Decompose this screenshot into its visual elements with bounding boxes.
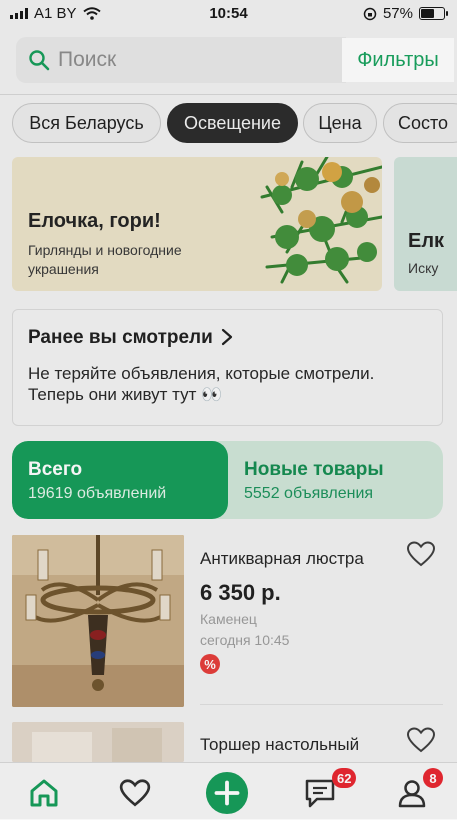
chevron-right-icon bbox=[221, 328, 233, 346]
favorite-heart-icon[interactable] bbox=[406, 540, 436, 568]
search-placeholder: Поиск bbox=[58, 48, 117, 71]
listing-price: 6 350 р. bbox=[200, 580, 281, 605]
listing-tabs: Всего 19619 объявлений Новые товары 5552… bbox=[12, 441, 443, 519]
tab-all[interactable]: Всего 19619 объявлений bbox=[12, 441, 228, 519]
search-icon bbox=[29, 50, 50, 71]
nav-add[interactable] bbox=[205, 771, 249, 815]
recently-viewed-title: Ранее вы смотрели bbox=[28, 327, 213, 348]
nav-favorites[interactable] bbox=[113, 771, 157, 815]
status-bar: A1 BY 10:54 57% bbox=[0, 0, 457, 28]
battery-percent: 57% bbox=[382, 5, 413, 22]
filter-chips: Вся Беларусь Освещение Цена Состо bbox=[0, 103, 457, 145]
promo-banner-trees[interactable]: Елк Иску bbox=[394, 157, 457, 291]
messages-badge: 62 bbox=[332, 768, 357, 788]
list-item[interactable]: Антикварная люстра 6 350 р. Каменец сего… bbox=[12, 535, 443, 707]
christmas-branch-image bbox=[260, 157, 382, 284]
list-item[interactable]: Торшер настольный bbox=[12, 722, 443, 762]
banner-title: Елк bbox=[408, 230, 445, 252]
banner-subtitle: Иску bbox=[408, 260, 439, 276]
listing-thumbnail[interactable] bbox=[12, 722, 184, 762]
tab-all-count: 19619 объявлений bbox=[28, 485, 167, 502]
chip-region[interactable]: Вся Беларусь bbox=[12, 103, 161, 143]
favorites-icon bbox=[119, 779, 151, 807]
status-right: 57% bbox=[363, 5, 448, 22]
chip-price[interactable]: Цена bbox=[303, 103, 377, 143]
add-icon bbox=[205, 771, 249, 815]
filters-button[interactable]: Фильтры bbox=[342, 38, 454, 82]
home-icon bbox=[30, 779, 58, 807]
recently-viewed-text: Не теряйте объявления, которые смотрели.… bbox=[28, 364, 375, 404]
listing-thumbnail[interactable] bbox=[12, 535, 184, 707]
rotation-lock-icon bbox=[363, 7, 377, 20]
chip-condition[interactable]: Состо bbox=[383, 103, 457, 143]
listing-title: Антикварная люстра bbox=[200, 549, 364, 568]
tab-new-items[interactable]: Новые товары 5552 объявления bbox=[228, 441, 443, 519]
profile-badge: 8 bbox=[423, 768, 443, 788]
banner-title: Елочка, гори! bbox=[28, 210, 161, 232]
discount-badge: % bbox=[200, 654, 220, 674]
floor-lamp-image bbox=[12, 722, 184, 762]
tab-all-title: Всего bbox=[28, 459, 83, 480]
promo-banner-garlands[interactable]: Елочка, гори! Гирлянды и новогодние укра… bbox=[12, 157, 382, 291]
listing-title: Торшер настольный bbox=[200, 735, 360, 754]
recently-viewed-card[interactable]: Ранее вы смотрели Не теряйте объявления,… bbox=[12, 309, 443, 426]
tab-new-title: Новые товары bbox=[244, 459, 384, 480]
listing-time: сегодня 10:45 bbox=[200, 632, 290, 648]
bottom-navigation: 62 8 bbox=[0, 762, 457, 820]
banner-subtitle: Гирлянды и новогодние украшения bbox=[28, 242, 182, 277]
listing-divider bbox=[200, 704, 443, 705]
search-input[interactable]: Поиск bbox=[16, 37, 346, 83]
listing-location: Каменец bbox=[200, 611, 257, 627]
chip-category[interactable]: Освещение bbox=[167, 103, 298, 143]
nav-home[interactable] bbox=[22, 771, 66, 815]
tab-new-count: 5552 объявления bbox=[244, 485, 374, 502]
chandelier-image bbox=[12, 535, 184, 707]
favorite-heart-icon[interactable] bbox=[406, 726, 436, 754]
battery-icon bbox=[419, 7, 448, 20]
header-divider bbox=[0, 94, 457, 95]
